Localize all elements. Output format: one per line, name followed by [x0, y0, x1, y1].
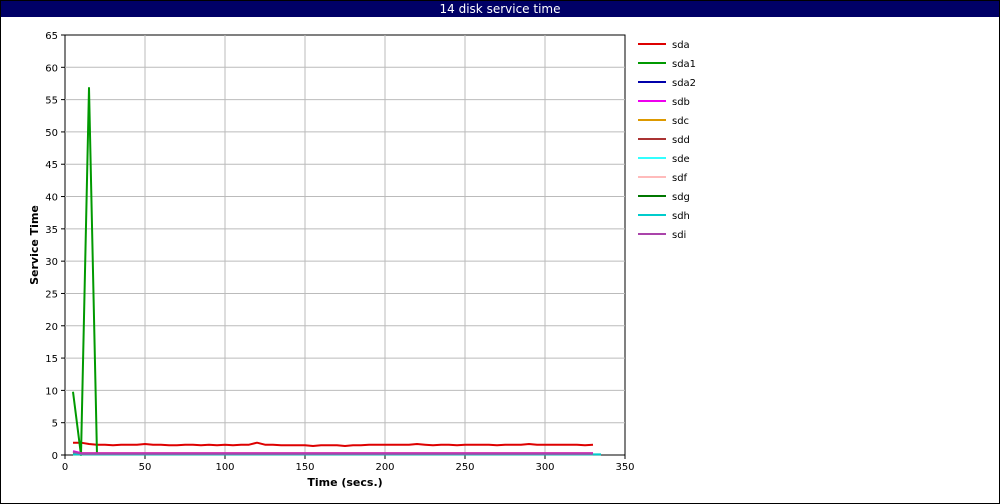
legend-label-sda: sda: [672, 40, 690, 51]
y-tick-label: 20: [45, 322, 58, 333]
x-tick-label: 250: [455, 462, 474, 473]
y-tick-label: 25: [45, 289, 58, 300]
x-tick-label: 300: [535, 462, 554, 473]
y-tick-label: 5: [52, 419, 58, 430]
plot-area: [64, 34, 626, 456]
y-axis-title: Service Time: [28, 205, 41, 285]
x-tick-label: 0: [62, 462, 68, 473]
x-tick-label: 150: [295, 462, 314, 473]
x-axis: 0 50 100 150 200 250 300 350: [62, 455, 635, 473]
y-tick-label: 55: [45, 96, 58, 107]
x-axis-title: Time (secs.): [307, 476, 382, 489]
y-tick-label: 40: [45, 193, 58, 204]
x-tick-label: 100: [215, 462, 234, 473]
y-tick-label: 65: [45, 31, 58, 42]
legend-label-sdb: sdb: [672, 97, 690, 108]
y-tick-label: 45: [45, 160, 58, 171]
legend-label-sde: sde: [672, 154, 690, 165]
y-tick-label: 60: [45, 63, 58, 74]
y-tick-label: 15: [45, 354, 58, 365]
legend-label-sdi: sdi: [672, 230, 686, 241]
legend-label-sda2: sda2: [672, 78, 696, 89]
y-tick-label: 0: [52, 451, 58, 462]
y-axis: 0 5 10 15 20 25 30 35 40 45 50 55 60 65: [45, 31, 65, 462]
x-tick-label: 350: [615, 462, 634, 473]
x-tick-label: 50: [139, 462, 152, 473]
y-tick-label: 50: [45, 128, 58, 139]
legend-label-sdg: sdg: [672, 192, 690, 203]
x-tick-label: 200: [375, 462, 394, 473]
y-tick-label: 10: [45, 386, 58, 397]
legend-label-sdc: sdc: [672, 116, 689, 127]
legend-label-sdh: sdh: [672, 211, 690, 222]
legend: sda sda1 sda2 sdb sdc sdd sde sdf sdg sdh sdi: [638, 40, 696, 241]
legend-label-sdf: sdf: [672, 173, 688, 184]
y-tick-label: 35: [45, 225, 58, 236]
legend-label-sda1: sda1: [672, 59, 696, 70]
chart-canvas: 0 50 100 150 200 250 300 350 0 5 10 15 20 25 30 35 40 45…: [28, 31, 696, 489]
legend-label-sdd: sdd: [672, 135, 690, 146]
y-tick-label: 30: [45, 257, 58, 268]
